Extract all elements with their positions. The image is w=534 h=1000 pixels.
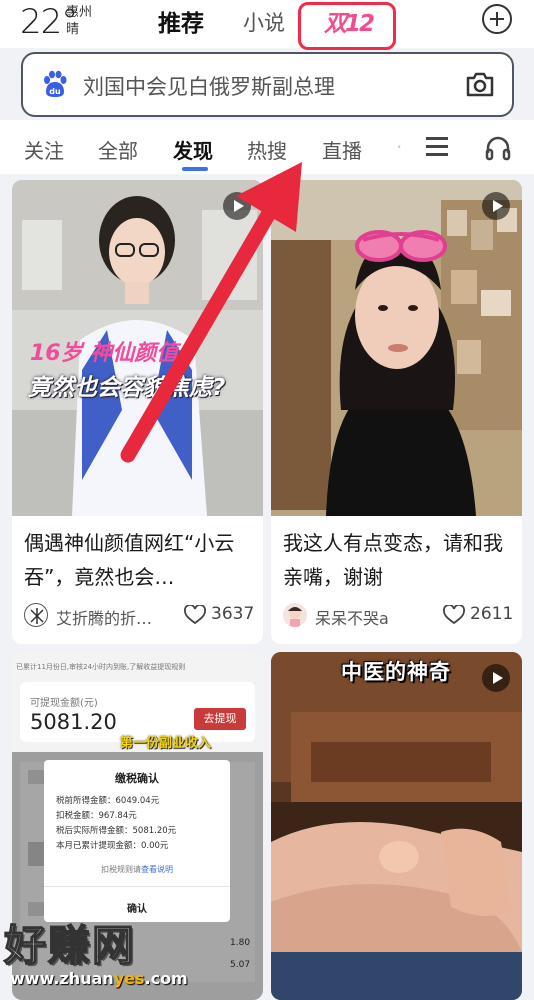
- nav-novel[interactable]: 小说: [243, 7, 285, 37]
- author-name[interactable]: 艾折腾的折…: [56, 605, 152, 629]
- watermark-url-part: .com: [144, 969, 188, 988]
- search-bar[interactable]: du 刘国中会见白俄罗斯副总理: [21, 52, 514, 117]
- dialog-line: 税前所得金额：6049.04元: [56, 796, 160, 806]
- like-count: 2611: [470, 604, 514, 624]
- dialog-line: 税后实际所得金额：5081.20元: [56, 826, 177, 836]
- tab-discover[interactable]: 发现: [173, 135, 213, 164]
- thumbnail-caption-line1: 16岁 神仙颜值: [30, 341, 179, 366]
- headphones-icon[interactable]: [484, 135, 512, 161]
- dialog-title: 缴税确认: [115, 772, 159, 785]
- active-tab-indicator: [182, 167, 208, 171]
- balance-value: 5081.20: [30, 710, 117, 734]
- income-caption: 第一份副业收入: [120, 736, 212, 751]
- video-card[interactable]: 我这人有点变态，请和我亲嘴，谢谢 呆呆不哭a 2611: [271, 180, 522, 644]
- baidu-paw-icon: du: [44, 70, 67, 97]
- camera-icon[interactable]: [465, 70, 495, 98]
- watermark-url-part: www.zhuan: [10, 969, 114, 988]
- video-thumbnail: [271, 180, 522, 516]
- top-bar: 22° 惠州 晴 推荐 小说 双12: [0, 0, 534, 50]
- dialog-divider: [44, 886, 230, 887]
- tab-overflow-fade: ·: [396, 135, 403, 159]
- dialog-rule-text: 扣税规则请: [101, 865, 141, 874]
- author-name[interactable]: 呆呆不哭a: [315, 605, 389, 629]
- watermark-title: 好赚网: [3, 920, 137, 971]
- play-icon: [482, 664, 510, 692]
- menu-icon[interactable]: [426, 137, 448, 157]
- thumbnail-caption-line2: 竟然也会容貌焦虑?: [28, 375, 226, 401]
- withdraw-button: 去提现: [194, 708, 246, 730]
- like-count: 3637: [211, 604, 255, 624]
- balance-label: 可提现金额(元): [30, 698, 98, 709]
- card-footer: 呆呆不哭a 2611: [283, 602, 514, 632]
- author-avatar[interactable]: [283, 603, 307, 627]
- video-thumbnail: [271, 652, 522, 1000]
- author-avatar[interactable]: [24, 603, 48, 627]
- play-icon: [482, 192, 510, 220]
- svg-text:du: du: [49, 87, 61, 96]
- tab-hot-search[interactable]: 热搜: [247, 135, 287, 164]
- dialog-rule: 扣税规则请查看说明: [44, 864, 230, 875]
- card-title[interactable]: 我这人有点变态，请和我亲嘴，谢谢: [283, 526, 512, 594]
- dialog-rule-link: 查看说明: [141, 865, 173, 874]
- site-watermark: 好赚网 www.zhuanyes.com: [3, 912, 188, 988]
- weather-city: 惠州: [66, 5, 93, 20]
- heart-icon[interactable]: [184, 605, 206, 625]
- screenshot-header: 已累计11月份日,审核24小时内到账,了解收益提现规则: [16, 663, 186, 671]
- heart-icon[interactable]: [443, 605, 465, 625]
- watermark-url-highlight: yes: [113, 969, 145, 988]
- tab-all[interactable]: 全部: [98, 135, 138, 164]
- video-card[interactable]: 中医的神奇: [271, 652, 522, 1000]
- dialog-line: 本月已累计提现金额：0.00元: [56, 841, 169, 851]
- tab-live[interactable]: 直播: [322, 135, 362, 164]
- tax-dialog: 缴税确认 税前所得金额：6049.04元 扣税金额：967.84元 税后实际所得…: [44, 760, 230, 922]
- play-icon: [223, 192, 251, 220]
- watermark-url: www.zhuanyes.com: [4, 969, 188, 988]
- dialog-line: 扣税金额：967.84元: [56, 811, 137, 821]
- card-footer: 艾折腾的折… 3637: [24, 602, 255, 632]
- nav-recommend[interactable]: 推荐: [158, 4, 204, 38]
- search-query[interactable]: 刘国中会见白俄罗斯副总理: [83, 71, 335, 101]
- weather-condition: 晴: [66, 22, 80, 37]
- thumbnail-caption: 中医的神奇: [341, 660, 451, 684]
- add-button[interactable]: [482, 4, 512, 34]
- video-card[interactable]: 16岁 神仙颜值 竟然也会容貌焦虑? 偶遇神仙颜值网红“小云吞”，竟然也会… 艾…: [12, 180, 263, 644]
- feed-tabs: 关注 全部 发现 热搜 直播 ·: [0, 120, 534, 174]
- weather-location: 惠州 晴: [66, 4, 92, 38]
- promo-highlight-box: [298, 2, 396, 50]
- card-title[interactable]: 偶遇神仙颜值网红“小云吞”，竟然也会…: [24, 526, 253, 594]
- tab-follow[interactable]: 关注: [24, 135, 64, 164]
